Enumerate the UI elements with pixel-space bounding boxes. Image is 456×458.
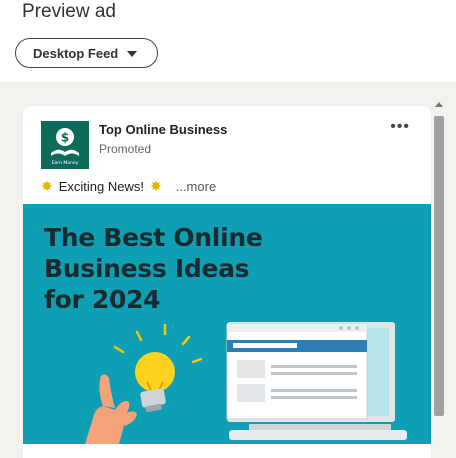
promoted-label: Promoted [99,142,152,156]
company-name[interactable]: Top Online Business [99,122,227,137]
svg-text:Earn Money: Earn Money [52,160,79,166]
see-more-link[interactable]: ...more [176,179,216,194]
ad-illustration [85,322,407,444]
laptop-illustration [226,322,407,440]
svg-text:$: $ [61,131,69,145]
scroll-up-arrow-icon[interactable] [435,102,443,107]
light-bulb-illustration [113,323,203,413]
more-options-icon[interactable]: ••• [390,118,410,136]
sparkle-icon: ✸ [149,178,162,194]
view-dropdown[interactable]: Desktop Feed [15,38,158,68]
logo-graphic: $ Earn Money [51,128,79,166]
ad-card: $ Earn Money Top Online Business Promote… [23,106,431,458]
vertical-scrollbar[interactable] [432,102,444,458]
post-text: ✸ Exciting News! ✸ ...more [41,178,216,195]
page-title: Preview ad [22,1,116,22]
dropdown-label: Desktop Feed [33,45,119,61]
post-text-content: Exciting News! [58,179,144,194]
ad-creative-image[interactable]: The Best Online Business Ideas for 2024 [23,204,431,444]
hand-illustration [85,374,137,444]
chevron-down-icon [127,51,137,57]
preview-panel: $ Earn Money Top Online Business Promote… [0,82,456,458]
scrollbar-thumb[interactable] [434,116,444,416]
company-logo: $ Earn Money [41,121,89,169]
sparkle-icon: ✸ [41,178,53,194]
